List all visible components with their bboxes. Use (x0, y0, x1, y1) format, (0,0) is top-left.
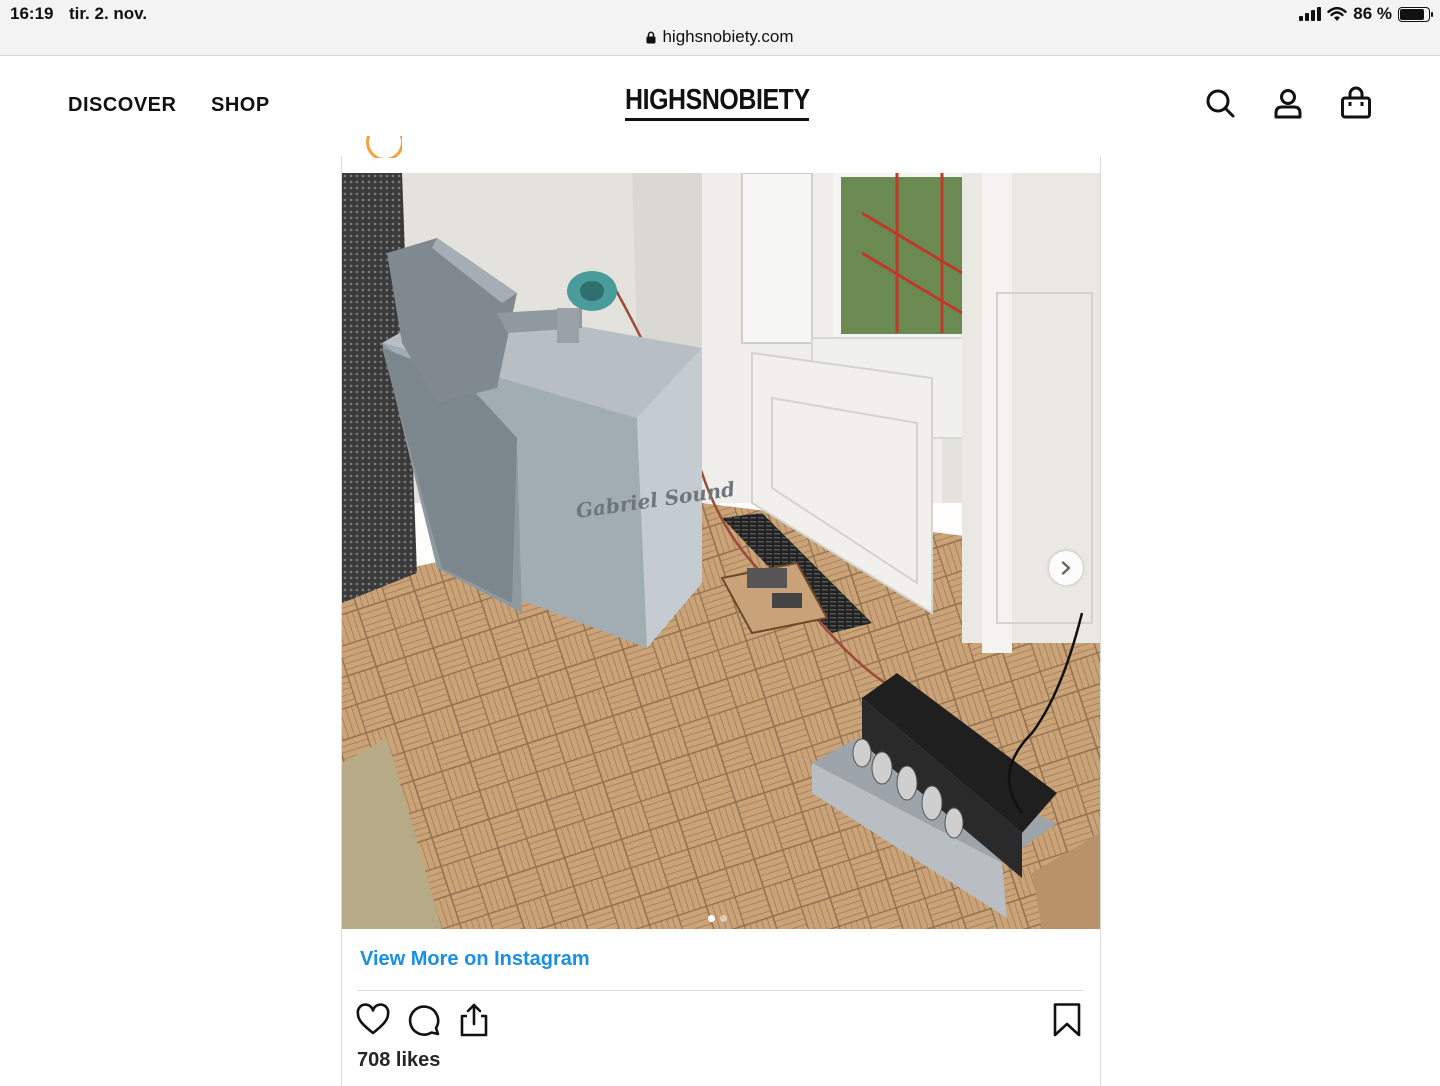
post-photo[interactable]: Gabriel Sound (342, 173, 1100, 929)
carousel-next-button[interactable] (1049, 551, 1083, 585)
site-header: DISCOVER SHOP HIGHSNOBIETY (0, 56, 1440, 156)
bag-icon[interactable] (1339, 86, 1373, 120)
share-icon[interactable] (456, 1002, 492, 1038)
search-icon[interactable] (1203, 86, 1237, 120)
carousel-dot (708, 915, 715, 922)
carousel-dot (720, 915, 727, 922)
post-image: Gabriel Sound (342, 173, 1100, 929)
carousel-indicator (708, 915, 727, 922)
status-indicators: 86 % (1299, 4, 1433, 24)
avatar[interactable] (366, 136, 402, 158)
logo-underline (625, 118, 809, 121)
account-icon[interactable] (1271, 86, 1305, 120)
chevron-right-icon (1061, 561, 1071, 575)
url-text: highsnobiety.com (662, 27, 794, 46)
address-bar[interactable]: highsnobiety.com (0, 27, 1440, 47)
bookmark-icon[interactable] (1049, 1002, 1085, 1038)
status-bar: 16:19 tir. 2. nov. 86 % highsnobiety.com (0, 0, 1440, 56)
cellular-signal-icon (1299, 7, 1322, 21)
battery-percent: 86 % (1353, 4, 1392, 23)
nav-shop-link[interactable]: SHOP (211, 94, 270, 117)
site-logo[interactable]: HIGHSNOBIETY (625, 84, 810, 117)
view-more-on-instagram-link[interactable]: View More on Instagram (360, 948, 590, 971)
likes-count: 708 likes (357, 1049, 441, 1071)
lock-icon (646, 31, 656, 43)
like-heart-icon[interactable] (355, 1002, 391, 1038)
status-date: tir. 2. nov. (69, 4, 148, 23)
nav-discover-link[interactable]: DISCOVER (68, 94, 176, 117)
battery-icon (1398, 6, 1433, 22)
status-time: 16:19 (10, 4, 54, 23)
divider (358, 990, 1084, 991)
comment-icon[interactable] (406, 1002, 442, 1038)
instagram-embed: Gabriel Sound View More on Instagram 708… (341, 136, 1101, 1086)
wifi-icon (1327, 6, 1347, 21)
